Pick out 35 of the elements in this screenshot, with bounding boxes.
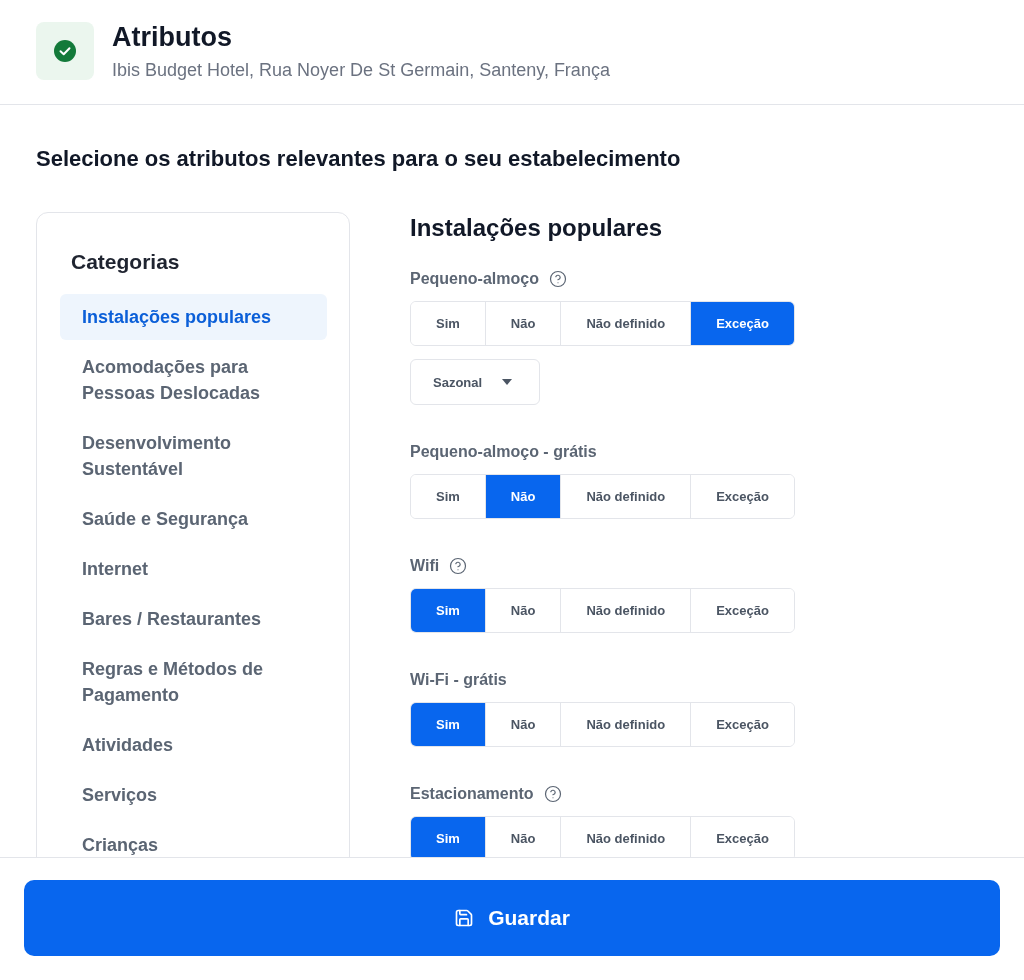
save-button[interactable]: Guardar (24, 880, 1000, 956)
option-button[interactable]: Sim (411, 589, 485, 632)
help-icon[interactable] (449, 557, 468, 575)
option-button[interactable]: Exceção (690, 703, 794, 746)
option-button[interactable]: Exceção (690, 475, 794, 518)
category-item[interactable]: Bares / Restaurantes (60, 596, 327, 642)
help-icon[interactable] (543, 785, 562, 803)
category-item[interactable]: Atividades (60, 722, 327, 768)
attribute-label: Pequeno-almoço - grátis (410, 442, 597, 462)
category-item[interactable]: Regras e Métodos de Pagamento (60, 646, 327, 718)
option-button[interactable]: Exceção (690, 817, 794, 857)
category-item[interactable]: Serviços (60, 772, 327, 818)
section-title: Instalações populares (410, 213, 664, 243)
category-item[interactable]: Instalações populares (60, 294, 327, 340)
select-dropdown[interactable]: Sazonal (410, 359, 540, 405)
attribute-label: Estacionamento (410, 784, 534, 804)
caret-icon (502, 379, 513, 385)
categories-title: Categorias (70, 249, 181, 275)
hotel-address: Ibis Budget Hotel, Rua Noyer De St Germain, Santeny, França (112, 59, 610, 81)
help-icon[interactable] (548, 270, 567, 288)
option-button[interactable]: Exceção (690, 302, 794, 345)
category-item[interactable]: Internet (60, 546, 327, 592)
category-item[interactable]: Crianças (60, 822, 327, 857)
category-item[interactable]: Saúde e Segurança (60, 496, 327, 542)
instruction-heading: Selecione os atributos relevantes para o seu estabelecimento (36, 145, 682, 173)
option-button[interactable]: Exceção (690, 589, 794, 632)
attribute-label: Pequeno-almoço (410, 269, 539, 289)
option-button[interactable]: Sim (411, 817, 485, 857)
attribute-label: Wi-Fi - grátis (410, 670, 507, 690)
option-button[interactable]: Sim (411, 703, 485, 746)
attribute-label: Wifi (410, 556, 440, 576)
category-item[interactable]: Desenvolvimento Sustentável (60, 420, 327, 492)
page-title: Atributos (112, 21, 233, 53)
option-button[interactable]: Não (484, 475, 561, 518)
category-item[interactable]: Acomodações para Pessoas Deslocadas (60, 344, 327, 416)
